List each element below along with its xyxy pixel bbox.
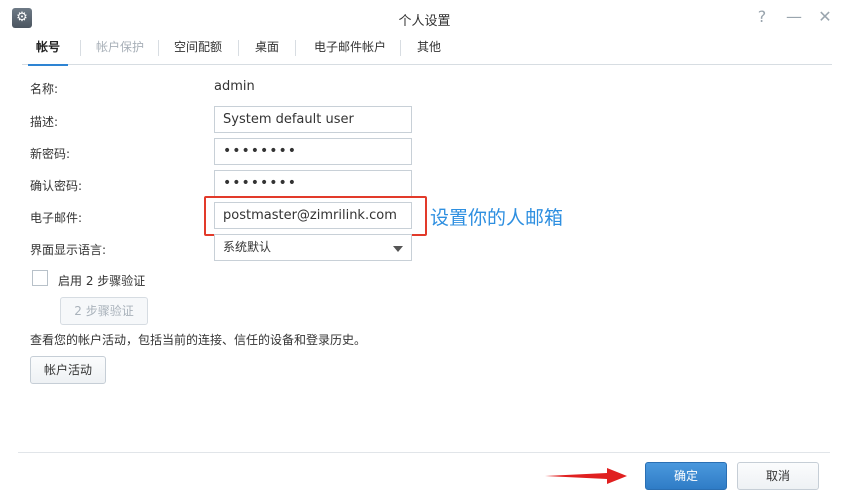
two-step-checkbox[interactable] [32,270,48,286]
new-password-input[interactable]: •••••••• [214,138,412,165]
name-value: admin [214,79,255,94]
email-label: 电子邮件: [30,211,83,225]
arrow-right-icon [545,468,627,484]
two-step-verify-button[interactable]: 2 步骤验证 [60,297,148,325]
window-title: 个人设置 [398,14,451,29]
cancel-button[interactable]: 取消 [737,462,819,490]
confirm-password-input[interactable]: •••••••• [214,170,412,197]
tab-divider [158,40,159,56]
tab-account-protection[interactable]: 帐户保护 [84,34,156,64]
help-icon[interactable]: ? [752,6,772,28]
language-selected-value: 系统默认 [223,240,272,254]
tab-account[interactable]: 帐号 [28,34,68,66]
new-password-label: 新密码: [30,147,71,161]
minimize-icon[interactable]: — [784,6,804,28]
tab-divider [400,40,401,56]
language-select[interactable]: 系统默认 [214,234,412,261]
tab-divider [238,40,239,56]
confirm-password-label: 确认密码: [30,179,83,193]
name-label: 名称: [30,82,59,96]
arrow-shape [545,468,627,484]
ok-button[interactable]: 确定 [645,462,727,490]
footer-divider [18,452,830,453]
account-activity-hint: 查看您的帐户活动，包括当前的连接、信任的设备和登录历史。 [30,333,367,347]
two-step-checkbox-label: 启用 2 步骤验证 [58,274,146,288]
description-label: 描述: [30,115,59,129]
title-bar: ⚙ 个人设置 ? — ✕ [0,0,849,36]
tab-divider [80,40,81,56]
tab-bar: 帐号 帐户保护 空间配额 桌面 电子邮件帐户 其他 [22,34,832,66]
tab-quota[interactable]: 空间配额 [162,34,234,64]
tab-email-account[interactable]: 电子邮件帐户 [300,34,400,64]
language-label: 界面显示语言: [30,243,107,257]
annotation-text: 设置你的人邮箱 [430,207,564,229]
annotation-highlight-box [204,196,427,236]
account-activity-button[interactable]: 帐户活动 [30,356,106,384]
chevron-down-icon [393,246,403,252]
tab-other[interactable]: 其他 [404,34,454,64]
tab-divider [295,40,296,56]
close-icon[interactable]: ✕ [815,6,835,28]
description-input[interactable]: System default user [214,106,412,133]
tab-desktop[interactable]: 桌面 [244,34,290,64]
